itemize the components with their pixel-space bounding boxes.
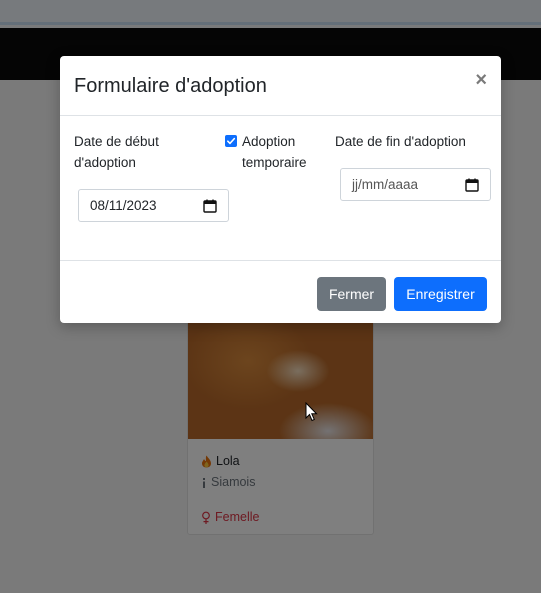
start-date-value: 08/11/2023 bbox=[90, 198, 157, 213]
calendar-icon[interactable] bbox=[203, 199, 217, 213]
close-icon[interactable]: × bbox=[475, 70, 487, 90]
start-date-input[interactable]: 08/11/2023 bbox=[78, 189, 229, 222]
modal-title: Formulaire d'adoption bbox=[74, 75, 267, 97]
close-button[interactable]: Fermer bbox=[317, 277, 386, 311]
modal-footer: Fermer Enregistrer bbox=[60, 260, 501, 323]
checkmark-icon bbox=[227, 137, 236, 145]
temporary-adoption-checkbox[interactable] bbox=[225, 135, 237, 147]
save-button[interactable]: Enregistrer bbox=[394, 277, 487, 311]
end-date-placeholder: jj/mm/aaaa bbox=[352, 177, 419, 192]
end-date-label: Date de fin d'adoption bbox=[335, 134, 466, 149]
calendar-icon[interactable] bbox=[465, 178, 479, 192]
mouse-cursor-icon bbox=[305, 402, 318, 422]
end-date-input[interactable]: jj/mm/aaaa bbox=[340, 168, 491, 201]
modal-header: Formulaire d'adoption × bbox=[60, 56, 501, 116]
temporary-adoption-label[interactable]: Adoption temporaire bbox=[242, 131, 332, 173]
adoption-modal: Formulaire d'adoption × Date de début d'… bbox=[60, 56, 501, 323]
start-date-label: Date de début d'adoption bbox=[74, 134, 159, 170]
